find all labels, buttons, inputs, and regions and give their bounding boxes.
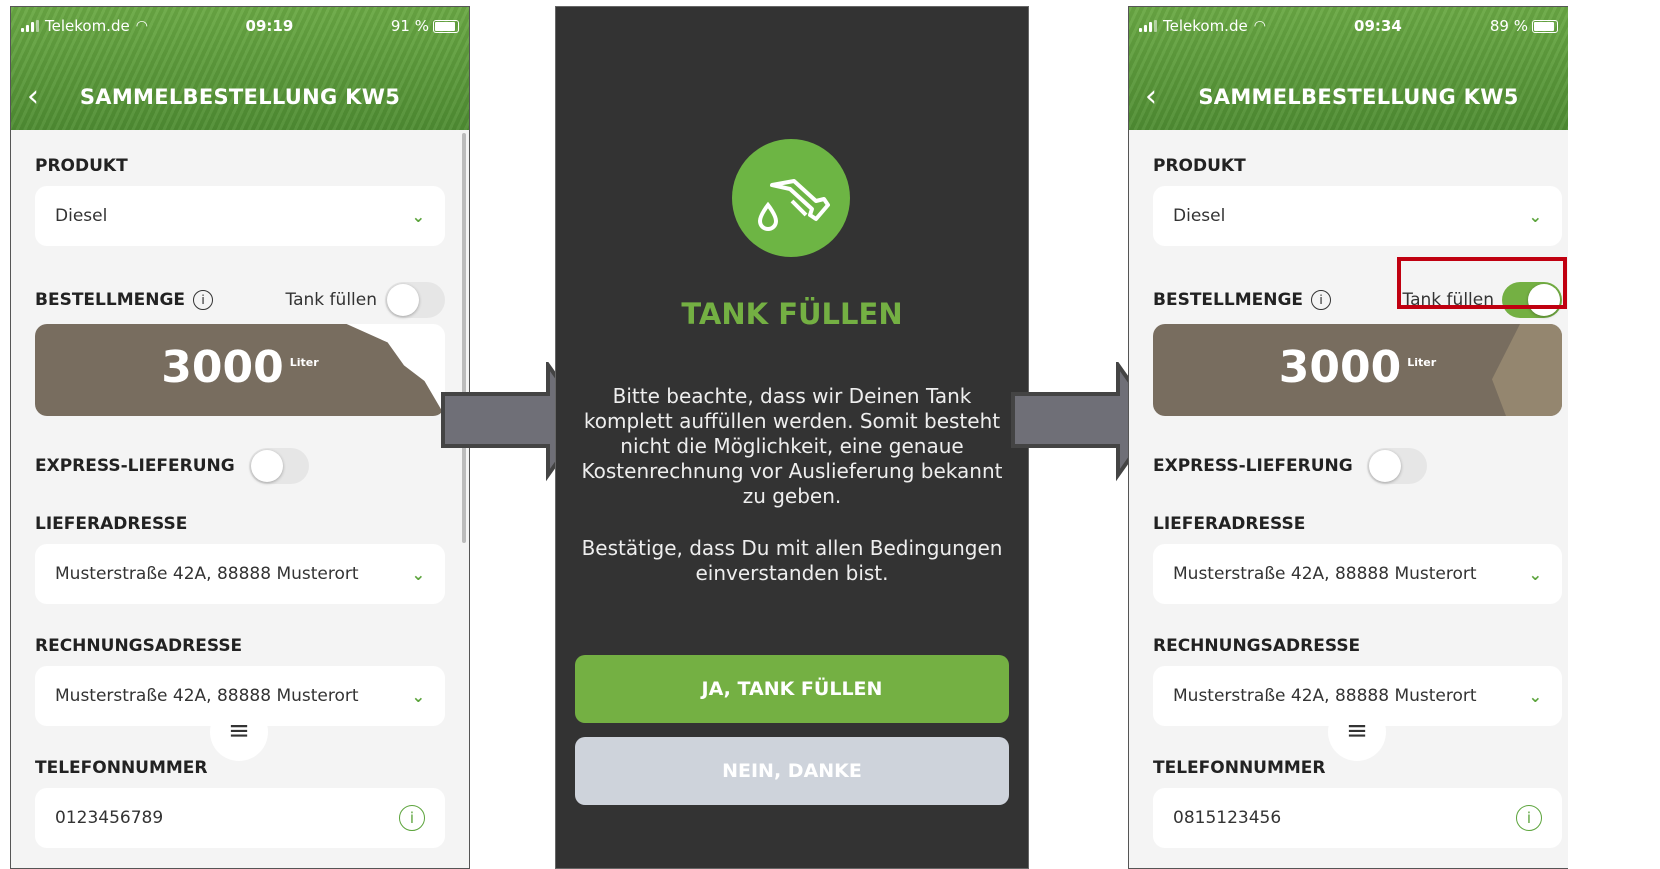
phone-screen-before: Telekom.de ◠ 09:19 91 % ‹ SAMMELBESTELLUN… [10, 6, 470, 869]
express-toggle[interactable] [1366, 448, 1427, 484]
wifi-icon: ◠ [135, 18, 148, 34]
tank-fuellen-label: Tank füllen [285, 290, 377, 310]
chevron-down-icon: ⌄ [1528, 206, 1542, 226]
lieferadresse-label: LIEFERADRESSE [35, 514, 188, 534]
status-bar: Telekom.de ◠ 09:34 89 % [1139, 17, 1558, 35]
status-time: 09:34 [1354, 17, 1402, 35]
app-header: Telekom.de ◠ 09:19 91 % ‹ SAMMELBESTELLUN… [11, 7, 469, 130]
confirm-tank-fuellen-button[interactable]: JA, TANK FÜLLEN [575, 655, 1009, 723]
produkt-label: PRODUKT [35, 156, 128, 176]
battery-icon [1532, 20, 1558, 33]
dialog-text-notice: Bitte beachte, dass wir Deinen Tank komp… [581, 384, 1003, 508]
telefonnummer-value: 0123456789 [55, 808, 164, 828]
bestellmenge-label: BESTELLMENGE [35, 290, 186, 310]
carrier-name: Telekom.de [1163, 17, 1248, 35]
produkt-select[interactable]: Diesel ⌄ [1153, 186, 1562, 246]
app-header: Telekom.de ◠ 09:34 89 % ‹ SAMMELBESTELLUN… [1129, 7, 1568, 130]
page-title: SAMMELBESTELLUNG KW5 [79, 85, 401, 109]
hamburger-menu-button[interactable]: ≡ [210, 703, 268, 761]
carrier-name: Telekom.de [45, 17, 130, 35]
rechnungsadresse-label: RECHNUNGSADRESSE [35, 636, 243, 656]
rechnungsadresse-value: Musterstraße 42A, 88888 Musterort [55, 686, 359, 706]
produkt-label: PRODUKT [1153, 156, 1246, 176]
info-icon[interactable]: i [1311, 290, 1332, 310]
tank-fuellen-dialog: TANK FÜLLEN Bitte beachte, dass wir Dein… [555, 6, 1029, 869]
decline-button[interactable]: NEIN, DANKE [575, 737, 1009, 805]
lieferadresse-label: LIEFERADRESSE [1153, 514, 1306, 534]
chevron-down-icon: ⌄ [411, 564, 425, 584]
chevron-down-icon: ⌄ [411, 686, 425, 706]
bestellmenge-label: BESTELLMENGE [1153, 290, 1304, 310]
chevron-down-icon: ⌄ [1528, 564, 1542, 584]
status-bar: Telekom.de ◠ 09:19 91 % [21, 17, 459, 35]
telefonnummer-value: 0815123456 [1173, 808, 1282, 828]
wifi-icon: ◠ [1253, 18, 1266, 34]
quantity-value: 3000 [1278, 342, 1402, 393]
express-toggle[interactable] [248, 448, 309, 484]
quantity-slider[interactable]: 3000 Liter [35, 324, 445, 416]
battery-icon [433, 20, 459, 33]
chevron-down-icon: ⌄ [1528, 686, 1542, 706]
lieferadresse-value: Musterstraße 42A, 88888 Musterort [55, 564, 359, 584]
telefonnummer-field[interactable]: 0123456789 i [35, 788, 445, 848]
lieferadresse-select[interactable]: Musterstraße 42A, 88888 Musterort ⌄ [35, 544, 445, 604]
telefonnummer-label: TELEFONNUMMER [1153, 758, 1326, 778]
info-icon[interactable]: i [399, 805, 425, 831]
chevron-down-icon: ⌄ [411, 206, 425, 226]
info-icon[interactable]: i [1516, 805, 1542, 831]
telefonnummer-field[interactable]: 0815123456 i [1153, 788, 1562, 848]
produkt-value: Diesel [1173, 206, 1226, 226]
telefonnummer-label: TELEFONNUMMER [35, 758, 208, 778]
express-label: EXPRESS-LIEFERUNG [1153, 456, 1353, 476]
rechnungsadresse-label: RECHNUNGSADRESSE [1153, 636, 1361, 656]
rechnungsadresse-value: Musterstraße 42A, 88888 Musterort [1173, 686, 1477, 706]
signal-icon [21, 20, 39, 32]
dialog-text-confirm: Bestätige, dass Du mit allen Bedingungen… [581, 536, 1003, 585]
info-icon[interactable]: i [193, 290, 214, 310]
phone-screen-after: Telekom.de ◠ 09:34 89 % ‹ SAMMELBESTELLUN… [1128, 6, 1568, 869]
lieferadresse-select[interactable]: Musterstraße 42A, 88888 Musterort ⌄ [1153, 544, 1562, 604]
page-title: SAMMELBESTELLUNG KW5 [1198, 85, 1519, 109]
status-time: 09:19 [245, 17, 294, 35]
battery-percent: 91 % [390, 17, 429, 35]
hamburger-menu-button[interactable]: ≡ [1328, 703, 1386, 761]
highlight-box [1397, 257, 1567, 309]
dialog-title: TANK FÜLLEN [681, 297, 903, 331]
signal-icon [1139, 20, 1157, 32]
quantity-slider[interactable]: 3000 Liter [1153, 324, 1562, 416]
quantity-value: 3000 [161, 342, 284, 393]
tank-fuellen-toggle[interactable] [385, 282, 445, 318]
express-label: EXPRESS-LIEFERUNG [35, 456, 235, 476]
produkt-value: Diesel [55, 206, 108, 226]
quantity-unit: Liter [1407, 356, 1437, 369]
produkt-select[interactable]: Diesel ⌄ [35, 186, 445, 246]
quantity-unit: Liter [289, 356, 319, 369]
battery-percent: 89 % [1489, 17, 1528, 35]
lieferadresse-value: Musterstraße 42A, 88888 Musterort [1173, 564, 1477, 584]
fuel-nozzle-icon [732, 139, 850, 257]
